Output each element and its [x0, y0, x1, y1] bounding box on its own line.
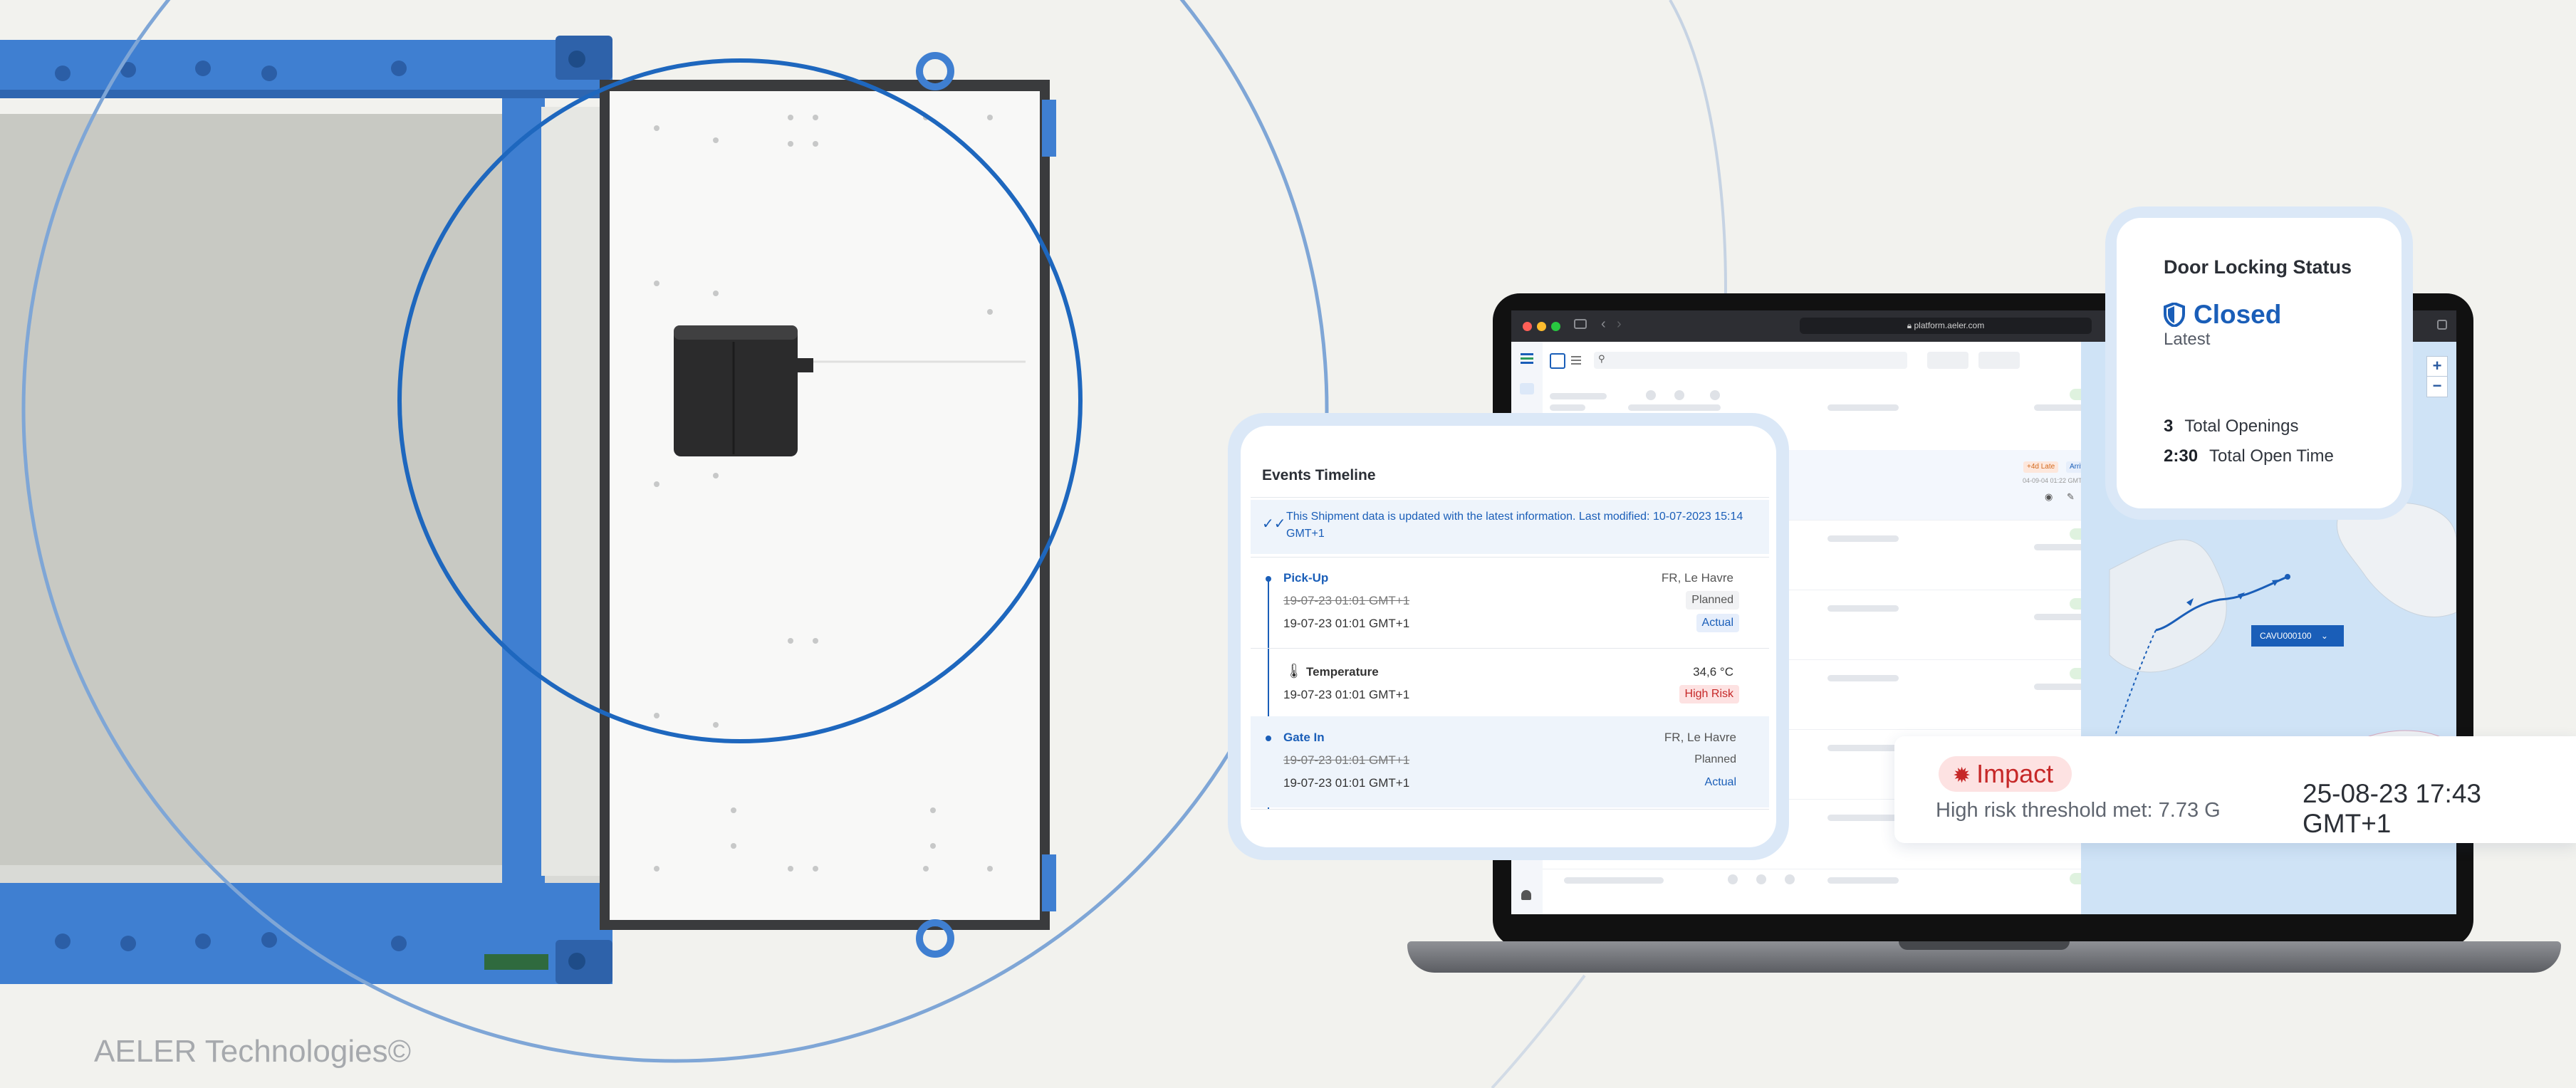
actual-badge: Actual [1704, 776, 1736, 788]
events-timeline-card: Events Timeline ✓✓ This Shipment data is… [1241, 426, 1776, 847]
sort-button[interactable] [1978, 352, 2020, 369]
planned-time: 19-07-23 01:01 GMT+1 [1283, 594, 1410, 607]
impact-description: High risk threshold met: 7.73 G [1936, 799, 2221, 822]
impact-label: Impact [1976, 759, 2054, 788]
eta-date: 04-09-04 01:22 GMT+1 [2023, 477, 2090, 484]
container-interior [0, 114, 513, 883]
shield-icon [2164, 303, 2185, 327]
view-icon[interactable]: ◉ [2045, 491, 2053, 503]
minimize-window-button[interactable] [1537, 322, 1546, 331]
total-openings: 3 Total Openings [2164, 417, 2402, 436]
planned-badge: Planned [1694, 753, 1736, 765]
grid-view-icon[interactable] [1550, 353, 1565, 369]
shipments-nav-icon[interactable] [1520, 383, 1534, 394]
app-toolbar: ⚲ [1543, 342, 2112, 381]
update-notice: ✓✓ This Shipment data is updated with th… [1251, 500, 1769, 554]
total-openings-value: 3 [2164, 417, 2174, 436]
update-notice-text: This Shipment data is updated with the l… [1286, 511, 1743, 540]
double-check-icon: ✓✓ [1262, 516, 1286, 532]
actual-badge: Actual [1696, 614, 1739, 632]
event-name: Gate In [1283, 731, 1325, 744]
events-timeline-title: Events Timeline [1262, 467, 1376, 483]
address-bar-url: platform.aeler.com [1914, 320, 1985, 330]
event-location: FR, Le Havre [1661, 571, 1733, 585]
zoom-in-button[interactable]: + [2426, 356, 2448, 377]
container-id: CAVU000100 [2260, 631, 2312, 641]
timeline-event-temperature[interactable]: 🌡︎ Temperature 34,6 °C 19-07-23 01:01 GM… [1241, 648, 1776, 716]
container-id-tag[interactable]: CAVU000100 ⌄ [2251, 625, 2344, 647]
impact-timestamp: 25-08-23 17:43 GMT+1 [2303, 779, 2481, 838]
late-badge: +4d Late [2023, 461, 2059, 473]
total-openings-label: Total Openings [2184, 417, 2299, 436]
filter-button[interactable] [1927, 352, 1968, 369]
footer-brand: AELER Technologies© [94, 1034, 411, 1069]
timeline-event-pickup[interactable]: Pick-Up FR, Le Havre 19-07-23 01:01 GMT+… [1241, 557, 1776, 648]
impact-alert-card: ✹ Impact High risk threshold met: 7.73 G … [1894, 736, 2576, 843]
door-card-title: Door Locking Status [2164, 256, 2352, 278]
timeline-dot [1266, 736, 1271, 741]
sidebar-toggle-icon[interactable] [1574, 319, 1587, 329]
list-item[interactable] [1543, 869, 2112, 914]
app-logo-icon [1521, 353, 1533, 355]
planned-badge: Planned [1686, 591, 1739, 610]
door-locking-card: Door Locking Status Closed Latest 3 Total… [2117, 218, 2402, 508]
temperature-value: 34,6 °C [1693, 665, 1733, 679]
timeline-event-gate-in[interactable]: Gate In FR, Le Havre 19-07-23 01:01 GMT+… [1251, 716, 1769, 807]
close-window-button[interactable] [1523, 322, 1532, 331]
event-time: 19-07-23 01:01 GMT+1 [1283, 688, 1410, 701]
timeline-dot [1266, 576, 1271, 582]
total-open-time: 2:30 Total Open Time [2164, 446, 2402, 466]
door-status: Closed [2164, 300, 2402, 330]
total-open-time-value: 2:30 [2164, 446, 2199, 466]
door-status-value: Closed [2194, 300, 2282, 329]
edit-icon[interactable]: ✎ [2067, 491, 2075, 503]
door-lock-device [674, 325, 813, 456]
event-name: Pick-Up [1283, 571, 1329, 585]
actual-time: 19-07-23 01:01 GMT+1 [1283, 617, 1410, 630]
container-top-rail [0, 40, 612, 95]
thermometer-icon: 🌡︎ [1285, 664, 1303, 679]
laptop-notch [1899, 941, 2070, 950]
maximize-window-button[interactable] [1551, 322, 1560, 331]
search-input[interactable]: ⚲ [1594, 352, 1907, 369]
zoom-out-button[interactable]: − [2426, 376, 2448, 397]
notifications-bell-icon[interactable] [1521, 890, 1531, 900]
impact-badge: ✹ Impact [1939, 756, 2072, 792]
actual-time: 19-07-23 01:01 GMT+1 [1283, 776, 1410, 790]
address-bar[interactable]: 🔒︎ platform.aeler.com [1800, 318, 2092, 334]
lock-icon: 🔒︎ [1907, 320, 1912, 330]
back-icon[interactable]: ‹ [1601, 316, 1606, 333]
tabs-overview-icon[interactable] [2437, 320, 2447, 330]
planned-time: 19-07-23 01:01 GMT+1 [1283, 753, 1410, 767]
impact-burst-icon: ✹ [1953, 764, 1971, 788]
total-open-time-label: Total Open Time [2209, 446, 2334, 466]
search-icon: ⚲ [1598, 353, 1605, 364]
list-view-icon[interactable] [1571, 356, 1581, 357]
high-risk-badge: High Risk [1679, 685, 1739, 703]
event-name: Temperature [1306, 665, 1379, 679]
forward-icon[interactable]: › [1617, 316, 1622, 333]
door-status-subtitle: Latest [2164, 330, 2211, 349]
event-location: FR, Le Havre [1664, 731, 1736, 744]
chevron-down-icon: ⌄ [2320, 631, 2328, 641]
